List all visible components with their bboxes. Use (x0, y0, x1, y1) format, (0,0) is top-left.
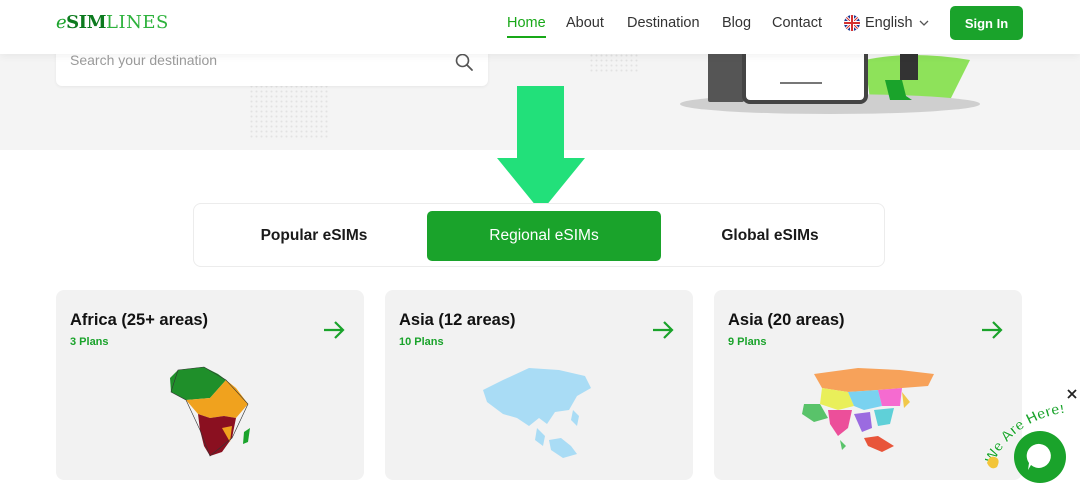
logo-sim: SIM (66, 12, 106, 33)
region-card-asia-12[interactable]: Asia (12 areas) 10 Plans (385, 290, 693, 480)
site-logo[interactable]: eSIMLINES (56, 12, 169, 33)
card-plans: 10 Plans (399, 336, 444, 348)
sign-in-button[interactable]: Sign In (950, 6, 1023, 40)
tab-regional-esims[interactable]: Regional eSIMs (427, 211, 661, 261)
search-icon[interactable] (454, 52, 474, 72)
region-card-asia-20[interactable]: Asia (20 areas) 9 Plans (714, 290, 1022, 480)
down-arrow-annotation (497, 86, 585, 212)
uk-flag-icon (844, 15, 860, 31)
tab-popular-esims[interactable]: Popular eSIMs (200, 211, 428, 261)
card-plans: 3 Plans (70, 336, 109, 348)
asia-map (483, 368, 591, 458)
search-input[interactable] (70, 52, 440, 68)
chevron-down-icon (919, 20, 929, 26)
chat-bubble-icon (1026, 443, 1051, 470)
nav-destination[interactable]: Destination (627, 15, 700, 31)
close-icon[interactable] (1067, 389, 1077, 399)
region-card-africa[interactable]: Africa (25+ areas) 3 Plans (56, 290, 364, 480)
arrow-right-icon[interactable] (980, 320, 1004, 340)
page: eSIMLINES Home About Destination Blog Co… (0, 0, 1080, 491)
nav-contact[interactable]: Contact (772, 15, 822, 31)
nav-about[interactable]: About (566, 15, 604, 31)
nav-active-underline (507, 36, 546, 38)
card-plans: 9 Plans (728, 336, 767, 348)
tab-global-esims[interactable]: Global eSIMs (656, 211, 884, 261)
africa-map (170, 366, 250, 457)
language-label: English (865, 15, 913, 31)
dot-pattern-2 (590, 54, 640, 74)
logo-lines: LINES (106, 12, 169, 33)
card-title: Asia (20 areas) (728, 311, 845, 329)
card-title: Africa (25+ areas) (70, 311, 209, 329)
chat-button[interactable] (1014, 431, 1066, 483)
asia-color-map (802, 368, 934, 452)
language-selector[interactable]: English (844, 15, 929, 31)
esim-type-tabs: Popular eSIMs Regional eSIMs Global eSIM… (193, 203, 885, 267)
card-title: Asia (12 areas) (399, 311, 516, 329)
arrow-right-icon[interactable] (322, 320, 346, 340)
arrow-right-icon[interactable] (651, 320, 675, 340)
nav-home[interactable]: Home (507, 15, 546, 31)
nav-blog[interactable]: Blog (722, 15, 751, 31)
top-header: eSIMLINES Home About Destination Blog Co… (0, 0, 1080, 54)
logo-e: e (56, 12, 67, 33)
